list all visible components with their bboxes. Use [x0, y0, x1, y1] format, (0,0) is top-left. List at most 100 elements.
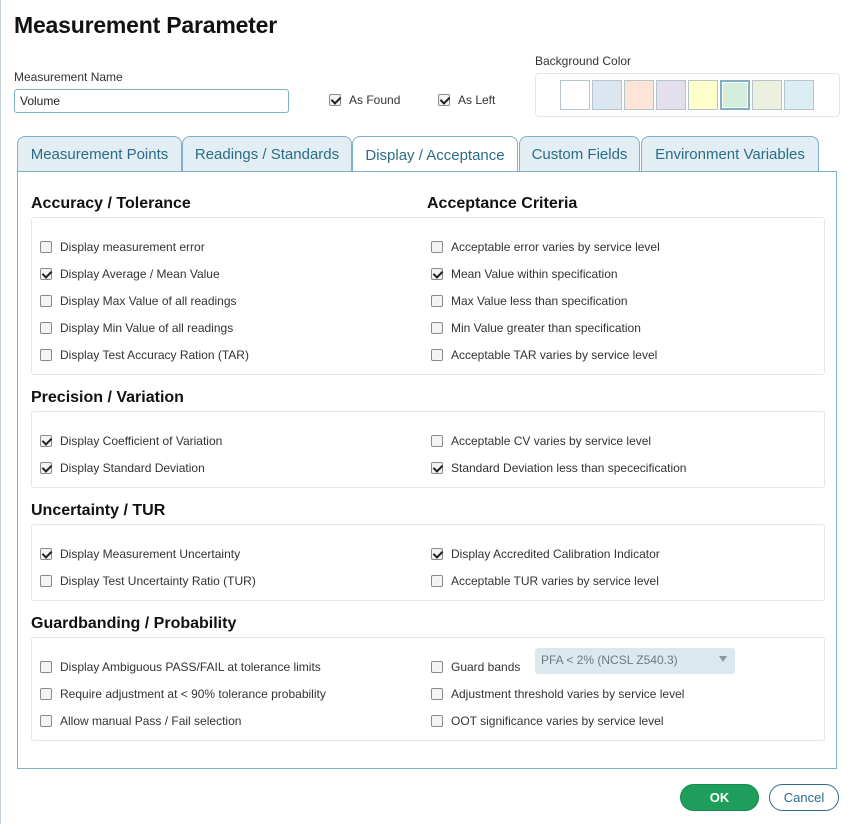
color-swatch[interactable] [784, 80, 814, 110]
as-found-option[interactable]: As Found [329, 93, 400, 107]
checkbox-option[interactable]: OOT significance varies by service level [431, 714, 664, 728]
checkbox-option[interactable]: Adjustment threshold varies by service l… [431, 687, 684, 701]
checkbox-label: OOT significance varies by service level [451, 714, 664, 728]
checkbox-label: Max Value less than specification [451, 294, 628, 308]
checkbox[interactable] [40, 688, 52, 700]
checkbox[interactable] [40, 322, 52, 334]
color-swatch[interactable] [592, 80, 622, 110]
checkbox-option[interactable]: Display Coefficient of Variation [40, 434, 222, 448]
checkbox[interactable] [431, 548, 443, 560]
guard-bands-select-value: PFA < 2% (NCSL Z540.3) [541, 653, 678, 667]
checkbox-option[interactable]: Display Average / Mean Value [40, 267, 220, 281]
dialog-title: Measurement Parameter [14, 12, 277, 38]
checkbox[interactable] [431, 268, 443, 280]
checkbox-label: Allow manual Pass / Fail selection [60, 714, 242, 728]
checkbox-option[interactable]: Display Test Accuracy Ration (TAR) [40, 348, 249, 362]
checkbox[interactable] [431, 715, 443, 727]
checkbox-label: Display Ambiguous PASS/FAIL at tolerance… [60, 660, 321, 674]
checkbox-option[interactable]: Acceptable CV varies by service level [431, 434, 651, 448]
checkbox[interactable] [40, 295, 52, 307]
checkbox[interactable] [431, 462, 443, 474]
checkbox-option[interactable]: Acceptable error varies by service level [431, 240, 660, 254]
tab-readings-standards[interactable]: Readings / Standards [182, 136, 352, 172]
color-swatch[interactable] [720, 80, 750, 110]
checkbox[interactable] [431, 241, 443, 253]
checkbox-option[interactable]: Display Test Uncertainty Ratio (TUR) [40, 574, 256, 588]
color-swatch[interactable] [688, 80, 718, 110]
checkbox-label: Display Measurement Uncertainty [60, 547, 241, 561]
checkbox-option[interactable]: Guard bands [431, 660, 520, 674]
checkbox-option[interactable]: Min Value greater than specification [431, 321, 641, 335]
checkbox-option[interactable]: Acceptable TUR varies by service level [431, 574, 659, 588]
checkbox-option[interactable]: Require adjustment at < 90% tolerance pr… [40, 687, 326, 701]
chevron-down-icon [719, 656, 727, 662]
checkbox-label: Adjustment threshold varies by service l… [451, 687, 685, 701]
as-found-checkbox[interactable] [329, 94, 341, 106]
checkbox[interactable] [40, 268, 52, 280]
tab-environment-variables[interactable]: Environment Variables [641, 136, 819, 172]
checkbox[interactable] [431, 661, 443, 673]
checkbox-label: Acceptable TUR varies by service level [451, 574, 659, 588]
checkbox-label: Mean Value within specification [451, 267, 618, 281]
checkbox-label: Display Min Value of all readings [60, 321, 234, 335]
checkbox-label: Display Test Uncertainty Ratio (TUR) [60, 574, 256, 588]
as-left-label: As Left [458, 93, 496, 107]
precision-group [31, 411, 825, 488]
checkbox[interactable] [40, 349, 52, 361]
checkbox[interactable] [431, 322, 443, 334]
as-left-checkbox[interactable] [438, 94, 450, 106]
checkbox-option[interactable]: Display Ambiguous PASS/FAIL at tolerance… [40, 660, 321, 674]
checkbox-option[interactable]: Display Measurement Uncertainty [40, 547, 240, 561]
checkbox-label: Standard Deviation less than spececifica… [451, 461, 687, 475]
checkbox-label: Acceptable CV varies by service level [451, 434, 652, 448]
color-swatch[interactable] [560, 80, 590, 110]
checkbox[interactable] [40, 661, 52, 673]
checkbox-option[interactable]: Allow manual Pass / Fail selection [40, 714, 241, 728]
measurement-name-input[interactable] [14, 89, 289, 113]
as-found-label: As Found [349, 93, 401, 107]
checkbox-option[interactable]: Display Accredited Calibration Indicator [431, 547, 660, 561]
color-swatch[interactable] [656, 80, 686, 110]
checkbox-label: Display Accredited Calibration Indicator [451, 547, 660, 561]
checkbox-label: Display Standard Deviation [60, 461, 205, 475]
checkbox-label: Display Test Accuracy Ration (TAR) [60, 348, 249, 362]
ok-button[interactable]: OK [680, 784, 759, 811]
color-swatch[interactable] [752, 80, 782, 110]
tab-measurement-points[interactable]: Measurement Points [17, 136, 182, 172]
checkbox[interactable] [431, 575, 443, 587]
checkbox[interactable] [40, 575, 52, 587]
checkbox[interactable] [40, 548, 52, 560]
section-title-uncertainty: Uncertainty / TUR [31, 502, 166, 519]
measurement-name-label: Measurement Name [14, 70, 123, 84]
checkbox-option[interactable]: Acceptable TAR varies by service level [431, 348, 657, 362]
checkbox-label: Require adjustment at < 90% tolerance pr… [60, 687, 326, 701]
checkbox[interactable] [40, 715, 52, 727]
checkbox-label: Min Value greater than specification [451, 321, 641, 335]
checkbox-label: Display measurement error [60, 240, 205, 254]
measurement-parameter-dialog: Measurement Parameter Measurement Name A… [0, 0, 851, 824]
color-swatch[interactable] [624, 80, 654, 110]
checkbox[interactable] [40, 462, 52, 474]
cancel-button[interactable]: Cancel [769, 784, 839, 811]
checkbox-option[interactable]: Display Min Value of all readings [40, 321, 233, 335]
as-left-option[interactable]: As Left [438, 93, 495, 107]
checkbox-label: Acceptable TAR varies by service level [451, 348, 658, 362]
checkbox[interactable] [40, 241, 52, 253]
checkbox[interactable] [431, 435, 443, 447]
checkbox-label: Acceptable error varies by service level [451, 240, 660, 254]
tab-display-acceptance[interactable]: Display / Acceptance [352, 136, 518, 173]
checkbox-option[interactable]: Standard Deviation less than spececifica… [431, 461, 686, 475]
checkbox[interactable] [431, 295, 443, 307]
checkbox-option[interactable]: Display measurement error [40, 240, 205, 254]
checkbox-label: Display Max Value of all readings [60, 294, 237, 308]
checkbox[interactable] [431, 349, 443, 361]
guard-bands-select[interactable]: PFA < 2% (NCSL Z540.3) [535, 648, 735, 674]
checkbox[interactable] [40, 435, 52, 447]
checkbox[interactable] [431, 688, 443, 700]
checkbox-option[interactable]: Display Standard Deviation [40, 461, 205, 475]
checkbox-label: Display Coefficient of Variation [60, 434, 223, 448]
tab-custom-fields[interactable]: Custom Fields [519, 136, 640, 172]
checkbox-option[interactable]: Display Max Value of all readings [40, 294, 237, 308]
checkbox-option[interactable]: Mean Value within specification [431, 267, 618, 281]
checkbox-option[interactable]: Max Value less than specification [431, 294, 628, 308]
